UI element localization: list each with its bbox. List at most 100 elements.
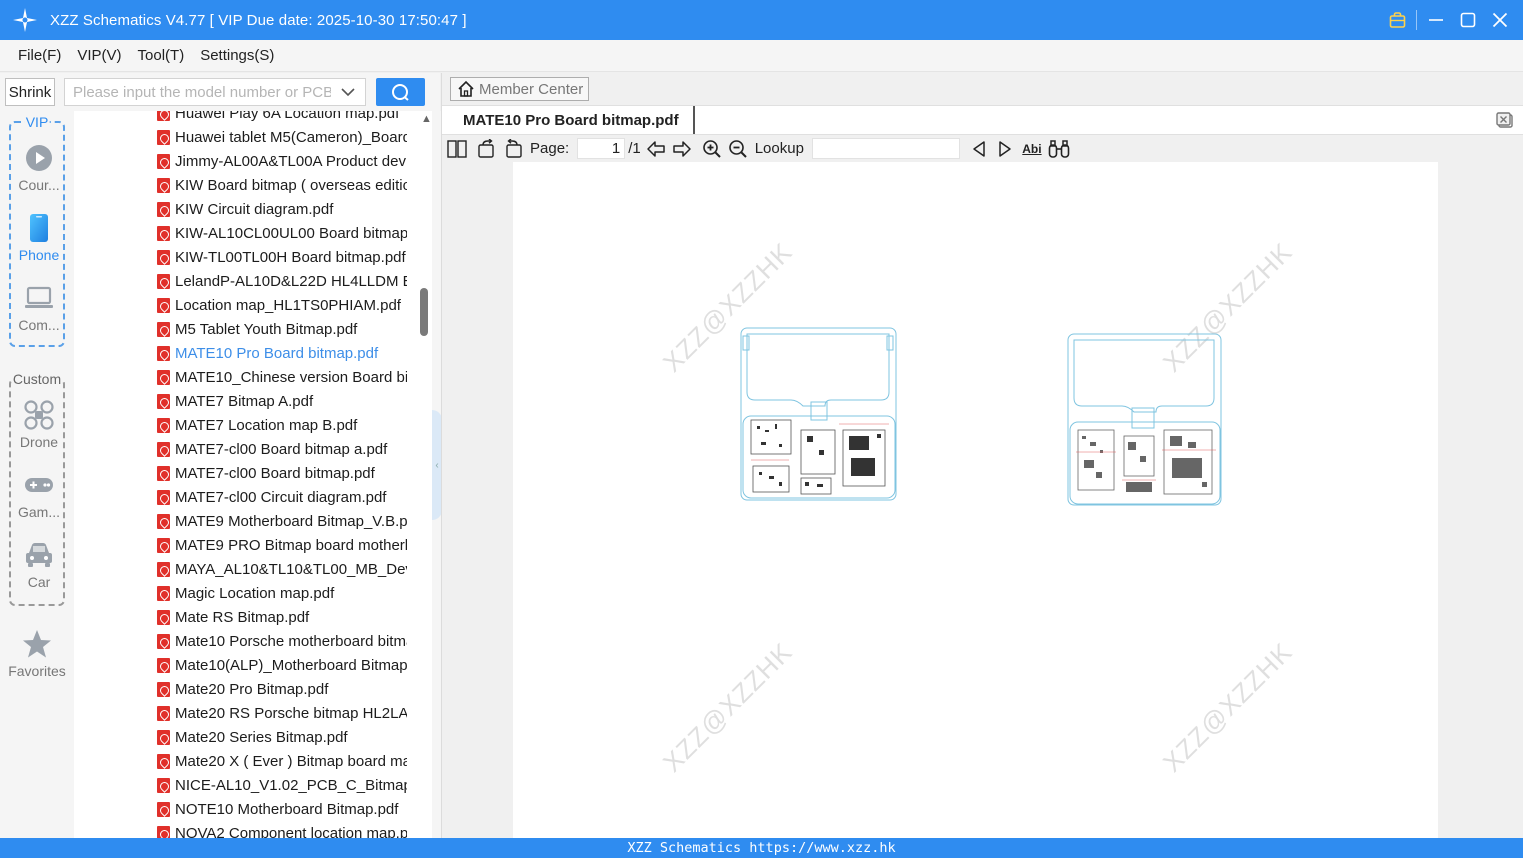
file-list-item[interactable]: Mate RS Bitmap.pdf — [157, 605, 407, 629]
file-list-item[interactable]: MATE7-cl00 Board bitmap.pdf — [157, 461, 407, 485]
vip-bag-icon[interactable] — [1388, 11, 1406, 29]
zoom-in-icon[interactable] — [701, 138, 723, 160]
document-tab[interactable]: MATE10 Pro Board bitmap.pdf — [442, 106, 695, 134]
file-list-item[interactable]: Mate20 Pro Bitmap.pdf — [157, 677, 407, 701]
menu-vip[interactable]: VIP(V) — [77, 47, 121, 64]
file-list-item[interactable]: MAYA_AL10&TL10&TL00_MB_Device — [157, 557, 407, 581]
previous-page-icon[interactable] — [645, 138, 667, 160]
board-bitmap-back — [1067, 333, 1222, 506]
lookup-input[interactable] — [811, 138, 960, 159]
file-list-item[interactable]: Huawei tablet M5(Cameron)_Board bitmap.p… — [157, 125, 407, 149]
favorites-item[interactable]: Favorites — [0, 629, 74, 679]
board-bitmap-front — [740, 327, 897, 501]
category-phone[interactable]: Phone — [11, 213, 67, 273]
file-list-item[interactable]: Mate20 Series Bitmap.pdf — [157, 725, 407, 749]
file-list-scrollbar[interactable]: ▲ — [418, 111, 432, 838]
file-list-item[interactable]: MATE9 PRO Bitmap board motherboard — [157, 533, 407, 557]
file-list-item[interactable]: NICE-AL10_V1.02_PCB_C_Bitmap(16 — [157, 773, 407, 797]
pdf-file-icon — [157, 441, 170, 457]
file-list-item[interactable]: Location map_HL1TS0PHIAM.pdf — [157, 293, 407, 317]
file-list-item[interactable]: KIW-TL00TL00H Board bitmap.pdf — [157, 245, 407, 269]
file-list-item[interactable]: Huawei Play 6A Location map.pdf — [157, 111, 407, 125]
gamepad-icon — [24, 470, 54, 500]
pdf-file-icon — [157, 825, 170, 838]
file-list-item[interactable]: NOVA2 Component location map.pdf — [157, 821, 407, 838]
pdf-file-icon — [157, 585, 170, 601]
menu-tool[interactable]: Tool(T) — [138, 47, 185, 64]
two-page-view-icon[interactable] — [446, 138, 468, 160]
file-list-item[interactable]: Mate10(ALP)_Motherboard Bitmap — [157, 653, 407, 677]
binoculars-icon[interactable] — [1048, 138, 1070, 160]
file-list-item[interactable]: MATE7 Bitmap A.pdf — [157, 389, 407, 413]
category-course[interactable]: Cour... — [11, 143, 67, 203]
pdf-file-icon — [157, 753, 170, 769]
close-all-tabs-icon[interactable] — [1496, 111, 1514, 129]
file-list-item[interactable]: Magic Location map.pdf — [157, 581, 407, 605]
member-center-button[interactable]: Member Center — [450, 77, 589, 101]
pdf-file-icon — [157, 801, 170, 817]
scroll-up-arrow-icon[interactable]: ▲ — [421, 113, 432, 125]
category-computer[interactable]: Com... — [11, 283, 67, 343]
phone-icon — [24, 213, 54, 243]
shrink-button[interactable]: Shrink — [5, 78, 55, 106]
pdf-file-icon — [157, 513, 170, 529]
rotate-left-icon[interactable] — [476, 138, 498, 160]
next-page-icon[interactable] — [671, 138, 693, 160]
file-list-item[interactable]: Jimmy-AL00A&TL00A Product device — [157, 149, 407, 173]
menu-file[interactable]: File(F) — [18, 47, 61, 64]
pdf-file-icon — [157, 777, 170, 793]
pdf-viewer-canvas[interactable]: XZZ@XZZHK XZZ@XZZHK XZZ@XZZHK XZZ@XZZHK — [513, 162, 1438, 838]
category-computer-label: Com... — [18, 317, 60, 333]
pdf-file-icon — [157, 705, 170, 721]
rotate-right-icon[interactable] — [502, 138, 524, 160]
custom-group-label: Custom — [11, 371, 63, 387]
file-list-item[interactable]: KIW Board bitmap ( overseas edition — [157, 173, 407, 197]
pdf-file-icon — [157, 537, 170, 553]
file-list-item[interactable]: MATE7 Location map B.pdf — [157, 413, 407, 437]
chevron-down-icon[interactable] — [341, 85, 355, 99]
file-list-item[interactable]: MATE7-cl00 Board bitmap a.pdf — [157, 437, 407, 461]
menu-settings[interactable]: Settings(S) — [200, 47, 274, 64]
category-drone[interactable]: Drone — [11, 400, 67, 460]
file-list-item[interactable]: NOTE10 Motherboard Bitmap.pdf — [157, 797, 407, 821]
file-list-item[interactable]: LelandP-AL10D&L22D HL4LLDM B — [157, 269, 407, 293]
category-phone-label: Phone — [18, 247, 60, 263]
category-game[interactable]: Gam... — [11, 470, 67, 530]
search-button[interactable] — [376, 78, 425, 106]
star-icon — [23, 630, 51, 658]
file-name: KIW-TL00TL00H Board bitmap.pdf — [175, 248, 406, 266]
file-name: MATE7-cl00 Circuit diagram.pdf — [175, 488, 387, 506]
scroll-thumb[interactable] — [420, 288, 428, 336]
file-list-item[interactable]: KIW-AL10CL00UL00 Board bitmap.pdf — [157, 221, 407, 245]
watermark: XZZ@XZZHK — [656, 636, 799, 778]
file-name: KIW Board bitmap ( overseas edition — [175, 176, 407, 194]
search-input[interactable]: Please input the model number or PCB — [64, 78, 366, 106]
find-next-icon[interactable] — [994, 138, 1016, 160]
file-list-item[interactable]: Mate20 X ( Ever ) Bitmap board map — [157, 749, 407, 773]
document-panel: Member Center MATE10 Pro Board bitmap.pd… — [441, 73, 1523, 838]
file-list-item[interactable]: MATE9 Motherboard Bitmap_V.B.pdf — [157, 509, 407, 533]
close-button[interactable] — [1491, 11, 1509, 29]
file-list-item[interactable]: Mate20 RS Porsche bitmap HL2LAY — [157, 701, 407, 725]
watermark: XZZ@XZZHK — [1156, 636, 1299, 778]
file-name: Mate20 Pro Bitmap.pdf — [175, 680, 329, 698]
page-number-input[interactable]: 1 — [577, 138, 626, 159]
file-list-item[interactable]: Mate10 Porsche motherboard bitmap — [157, 629, 407, 653]
file-name: MATE9 PRO Bitmap board motherboard — [175, 536, 407, 554]
zoom-out-icon[interactable] — [727, 138, 749, 160]
file-name: Location map_HL1TS0PHIAM.pdf — [175, 296, 401, 314]
file-list-item[interactable]: MATE7-cl00 Circuit diagram.pdf — [157, 485, 407, 509]
find-previous-icon[interactable] — [968, 138, 990, 160]
category-car[interactable]: Car — [11, 540, 67, 600]
file-list-item[interactable]: MATE10_Chinese version Board bitmap — [157, 365, 407, 389]
menu-bar: File(F) VIP(V) Tool(T) Settings(S) — [0, 40, 1523, 72]
drone-icon — [24, 400, 54, 430]
minimize-button[interactable] — [1427, 11, 1445, 29]
file-list-item[interactable]: MATE10 Pro Board bitmap.pdf — [157, 341, 407, 365]
file-name: MATE9 Motherboard Bitmap_V.B.pdf — [175, 512, 407, 530]
match-case-button[interactable]: Abi — [1020, 138, 1044, 160]
file-name: MATE10 Pro Board bitmap.pdf — [175, 344, 379, 362]
file-list-item[interactable]: KIW Circuit diagram.pdf — [157, 197, 407, 221]
file-list-item[interactable]: M5 Tablet Youth Bitmap.pdf — [157, 317, 407, 341]
maximize-button[interactable] — [1459, 11, 1477, 29]
